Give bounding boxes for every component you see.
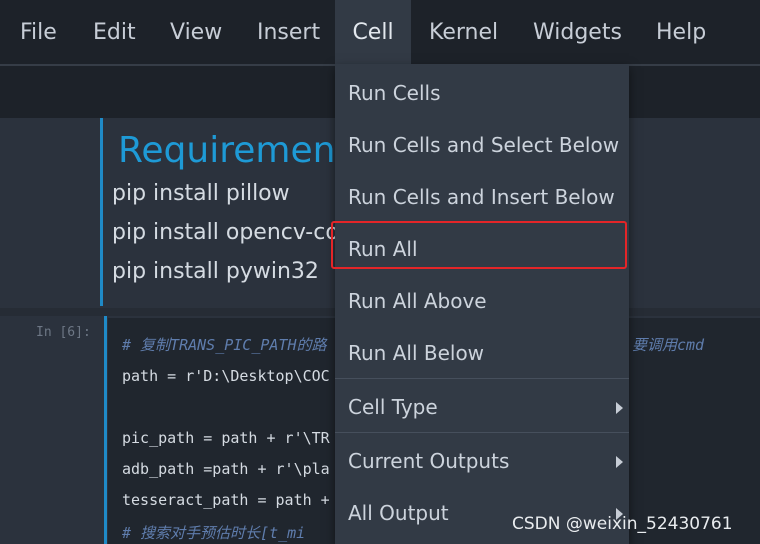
menu-divider [335,432,629,433]
menu-cell[interactable]: Cell [335,0,411,64]
code-line: # 搜索对手预估时长[t_mi [122,524,306,542]
menu-widgets[interactable]: Widgets [513,0,642,64]
markdown-line: pip install pillow [112,181,290,206]
menu-divider [335,378,629,379]
cell-selection-bar [100,118,103,306]
markdown-line: pip install pywin32 [112,259,319,284]
menu-view[interactable]: View [150,0,242,64]
menu-item-run-cells[interactable]: Run Cells [335,66,629,118]
menu-item-label: Run Cells [348,81,441,105]
menu-item-label: Run All Above [348,289,487,313]
menu-kernel[interactable]: Kernel [411,0,516,64]
menu-item-label: Run Cells and Insert Below [348,185,615,209]
menu-item-run-all-below[interactable]: Run All Below [335,326,629,378]
menu-item-run-cells-insert-below[interactable]: Run Cells and Insert Below [335,170,629,222]
code-line: tesseract_path = path + [122,491,330,509]
code-comment-tail: 要调用cmd [632,336,705,354]
menu-item-label: Run All Below [348,341,485,365]
menu-item-label: Run Cells and Select Below [348,133,620,157]
chevron-right-icon [616,402,623,414]
menu-item-label: Cell Type [348,395,438,419]
menubar: File Edit View Insert Cell Kernel Widget… [0,0,760,64]
cell-dropdown-menu: Run Cells Run Cells and Select Below Run… [335,64,629,544]
watermark: CSDN @weixin_52430761 [512,514,733,534]
code-line: adb_path =path + r'\pla [122,460,330,478]
menu-item-run-cells-select-below[interactable]: Run Cells and Select Below [335,118,629,170]
code-line: path = r'D:\Desktop\COC [122,367,330,385]
code-line: pic_path = path + r'\TR [122,429,330,447]
menu-item-label: Current Outputs [348,449,510,473]
chevron-right-icon [616,456,623,468]
markdown-heading: Requirement [118,130,350,171]
menu-item-run-all-above[interactable]: Run All Above [335,274,629,326]
menu-insert[interactable]: Insert [237,0,340,64]
menu-item-current-outputs[interactable]: Current Outputs [335,434,629,486]
menu-item-cell-type[interactable]: Cell Type [335,380,629,432]
menu-file[interactable]: File [0,0,77,64]
cell-selection-bar [104,316,107,544]
code-line: # 复制TRANS_PIC_PATH的路 [122,336,327,354]
markdown-line: pip install opencv-cor [112,220,348,245]
menu-help[interactable]: Help [636,0,726,64]
run-all-highlight-box [331,221,627,269]
input-prompt: In [6]: [36,325,91,340]
menu-item-label: All Output [348,501,449,525]
menu-edit[interactable]: Edit [73,0,156,64]
